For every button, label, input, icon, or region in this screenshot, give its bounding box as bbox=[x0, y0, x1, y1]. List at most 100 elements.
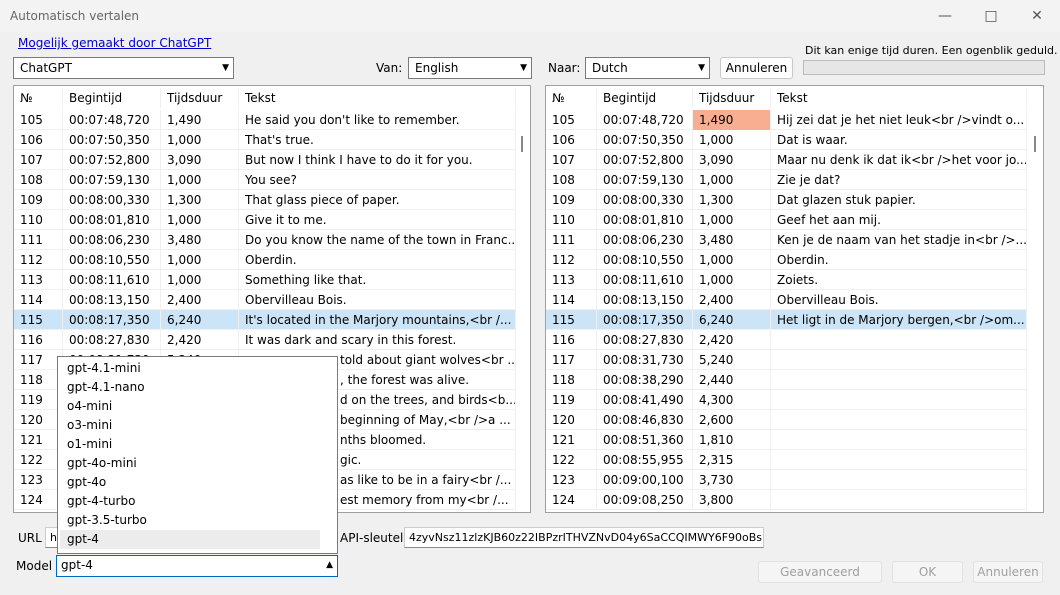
table-cell: That glass piece of paper. bbox=[239, 190, 516, 210]
target-table[interactable]: № Begintijd Tijdsduur Tekst 105 00:07:48,720 1… bbox=[545, 85, 1044, 513]
cancel-button[interactable]: Annuleren bbox=[973, 561, 1043, 583]
table-cell: He said you don't like to remember. bbox=[239, 110, 516, 130]
table-cell: 1,000 bbox=[161, 170, 239, 190]
table-row[interactable]: 119 00:08:41,490 4,300 bbox=[546, 390, 1027, 410]
chevron-down-icon: ▼ bbox=[520, 63, 527, 73]
table-row[interactable]: 112 00:08:10,550 1,000 Oberdin. bbox=[14, 250, 516, 270]
table-cell: 2,600 bbox=[693, 410, 771, 430]
table-cell: 120 bbox=[546, 410, 597, 430]
table-row[interactable]: 109 00:08:00,330 1,300 That glass piece of … bbox=[14, 190, 516, 210]
model-option[interactable]: gpt-4o-mini bbox=[60, 454, 320, 473]
model-option[interactable]: gpt-4.1-mini bbox=[60, 359, 320, 378]
table-cell bbox=[771, 490, 1027, 510]
table-row[interactable]: 113 00:08:11,610 1,000 Something like that. bbox=[14, 270, 516, 290]
table-row[interactable]: 105 00:07:48,720 1,490 Hij zei dat je het n… bbox=[546, 110, 1027, 130]
table-cell: 124 bbox=[14, 490, 63, 510]
table-row[interactable]: 112 00:08:10,550 1,000 Oberdin. bbox=[546, 250, 1027, 270]
table-cell: But now I think I have to do it for you. bbox=[239, 150, 516, 170]
model-dropdown-list[interactable]: gpt-4.1-mini gpt-4.1-nano o4-mini o3-mini o1… bbox=[57, 356, 338, 554]
maximize-icon[interactable]: □ bbox=[968, 0, 1014, 32]
table-row[interactable]: 106 00:07:50,350 1,000 Dat is waar. bbox=[546, 130, 1027, 150]
table-row[interactable]: 115 00:08:17,350 6,240 It's located in the … bbox=[14, 310, 516, 330]
powered-by-link[interactable]: Mogelijk gemaakt door ChatGPT bbox=[18, 36, 211, 50]
table-row[interactable]: 116 00:08:27,830 2,420 It was dark and scar… bbox=[14, 330, 516, 350]
to-value: Dutch bbox=[592, 61, 628, 75]
chevron-down-icon: ▼ bbox=[698, 63, 705, 73]
table-cell: 00:08:06,230 bbox=[597, 230, 693, 250]
title-bar: Automatisch vertalen — □ ✕ bbox=[0, 0, 1060, 32]
table-row[interactable]: 107 00:07:52,800 3,090 But now I think I ha… bbox=[14, 150, 516, 170]
model-option[interactable]: o3-mini bbox=[60, 416, 320, 435]
table-row[interactable]: 110 00:08:01,810 1,000 Give it to me. bbox=[14, 210, 516, 230]
to-label: Naar: bbox=[548, 61, 581, 75]
table-row[interactable]: 111 00:08:06,230 3,480 Do you know the name… bbox=[14, 230, 516, 250]
scrollbar-thumb[interactable] bbox=[1034, 136, 1036, 152]
model-option[interactable]: gpt-3.5-turbo bbox=[60, 511, 320, 530]
table-cell: 112 bbox=[14, 250, 63, 270]
table-row[interactable]: 106 00:07:50,350 1,000 That's true. bbox=[14, 130, 516, 150]
scrollbar[interactable] bbox=[1027, 86, 1043, 512]
to-language-select[interactable]: Dutch ▼ bbox=[585, 57, 710, 79]
table-cell: 113 bbox=[546, 270, 597, 290]
from-language-select[interactable]: English ▼ bbox=[408, 57, 532, 79]
table-row[interactable]: 111 00:08:06,230 3,480 Ken je de naam van h… bbox=[546, 230, 1027, 250]
table-cell bbox=[771, 390, 1027, 410]
table-cell: 1,000 bbox=[161, 250, 239, 270]
model-option[interactable]: gpt-4 bbox=[60, 530, 320, 549]
table-cell: 6,240 bbox=[161, 310, 239, 330]
table-row[interactable]: 124 00:09:08,250 3,800 bbox=[546, 490, 1027, 510]
table-row[interactable]: 120 00:08:46,830 2,600 bbox=[546, 410, 1027, 430]
model-option[interactable]: o4-mini bbox=[60, 397, 320, 416]
table-cell: Maar nu denk ik dat ik<br />het voor jo.… bbox=[771, 150, 1027, 170]
table-row[interactable]: 108 00:07:59,130 1,000 You see? bbox=[14, 170, 516, 190]
table-cell: 121 bbox=[14, 430, 63, 450]
table-cell: Geef het aan mij. bbox=[771, 210, 1027, 230]
column-header[interactable]: Begintijd bbox=[63, 88, 161, 108]
table-row[interactable]: 122 00:08:55,955 2,315 bbox=[546, 450, 1027, 470]
table-cell: 00:09:08,250 bbox=[597, 490, 693, 510]
table-cell: 115 bbox=[14, 310, 63, 330]
table-row[interactable]: 115 00:08:17,350 6,240 Het ligt in de Marjo… bbox=[546, 310, 1027, 330]
table-row[interactable]: 123 00:09:00,100 3,730 bbox=[546, 470, 1027, 490]
table-cell: 00:07:52,800 bbox=[597, 150, 693, 170]
ok-button[interactable]: OK bbox=[892, 561, 963, 583]
column-header[interactable]: Tekst bbox=[771, 88, 1027, 108]
model-option[interactable]: gpt-4.1-nano bbox=[60, 378, 320, 397]
table-row[interactable]: 113 00:08:11,610 1,000 Zoiets. bbox=[546, 270, 1027, 290]
column-header[interactable]: Tijdsduur bbox=[161, 88, 239, 108]
column-header[interactable]: Tijdsduur bbox=[693, 88, 771, 108]
cancel-translation-button[interactable]: Annuleren bbox=[720, 57, 793, 79]
column-header[interactable]: № bbox=[14, 88, 63, 108]
table-row[interactable]: 110 00:08:01,810 1,000 Geef het aan mij. bbox=[546, 210, 1027, 230]
close-icon[interactable]: ✕ bbox=[1014, 0, 1060, 32]
column-header[interactable]: Begintijd bbox=[597, 88, 693, 108]
table-row[interactable]: 107 00:07:52,800 3,090 Maar nu denk ik dat … bbox=[546, 150, 1027, 170]
column-header[interactable]: Tekst bbox=[239, 88, 516, 108]
table-row[interactable]: 117 00:08:31,730 5,240 bbox=[546, 350, 1027, 370]
scrollbar-thumb[interactable] bbox=[521, 136, 523, 152]
table-cell: 00:08:27,830 bbox=[63, 330, 161, 350]
table-row[interactable]: 108 00:07:59,130 1,000 Zie je dat? bbox=[546, 170, 1027, 190]
table-cell: Zie je dat? bbox=[771, 170, 1027, 190]
minimize-icon[interactable]: — bbox=[922, 0, 968, 32]
engine-select[interactable]: ChatGPT ▼ bbox=[13, 57, 234, 79]
model-select[interactable]: gpt-4 ▲ bbox=[56, 555, 338, 577]
table-cell: 00:08:01,810 bbox=[63, 210, 161, 230]
api-key-input[interactable]: 4zyvNsz11zlzKJB60z22IBPzrITHVZNvD04y6SaC… bbox=[404, 527, 764, 548]
table-cell: 00:08:00,330 bbox=[63, 190, 161, 210]
table-row[interactable]: 121 00:08:51,360 1,810 bbox=[546, 430, 1027, 450]
model-option[interactable]: gpt-4-turbo bbox=[60, 492, 320, 511]
table-row[interactable]: 118 00:08:38,290 2,440 bbox=[546, 370, 1027, 390]
column-header[interactable]: № bbox=[546, 88, 597, 108]
scrollbar[interactable] bbox=[514, 86, 530, 512]
model-option[interactable]: gpt-4o bbox=[60, 473, 320, 492]
table-row[interactable]: 114 00:08:13,150 2,400 Obervilleau Bois. bbox=[546, 290, 1027, 310]
model-option[interactable]: o1-mini bbox=[60, 435, 320, 454]
table-row[interactable]: 116 00:08:27,830 2,420 bbox=[546, 330, 1027, 350]
table-row[interactable]: 105 00:07:48,720 1,490 He said you don't li… bbox=[14, 110, 516, 130]
table-cell: 00:08:41,490 bbox=[597, 390, 693, 410]
table-row[interactable]: 109 00:08:00,330 1,300 Dat glazen stuk papi… bbox=[546, 190, 1027, 210]
table-cell: 2,315 bbox=[693, 450, 771, 470]
table-row[interactable]: 114 00:08:13,150 2,400 Obervilleau Bois. bbox=[14, 290, 516, 310]
advanced-button[interactable]: Geavanceerd bbox=[758, 561, 882, 583]
